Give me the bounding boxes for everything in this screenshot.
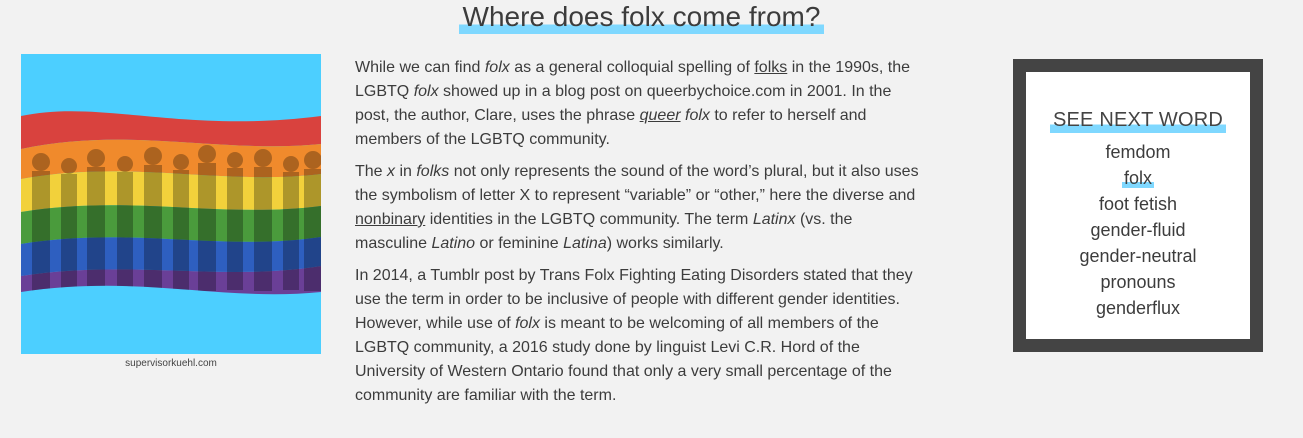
queer-link[interactable]: queer [640, 107, 681, 124]
folks-link[interactable]: folks [754, 59, 787, 76]
next-word-item[interactable]: genderflux [1026, 295, 1250, 321]
rainbow-flag-illustration [21, 111, 321, 295]
section-title: Where does folx come from? [458, 0, 825, 34]
next-word-item[interactable]: pronouns [1026, 269, 1250, 295]
rainbow-flag-image [21, 54, 321, 354]
see-next-word-widget: SEE NEXT WORD femdom folx foot fetish ge… [1013, 59, 1263, 352]
sidebar-title: SEE NEXT WORD [1049, 107, 1227, 133]
nonbinary-link[interactable]: nonbinary [355, 211, 425, 228]
next-word-item-current[interactable]: folx [1026, 165, 1250, 191]
next-word-item[interactable]: femdom [1026, 139, 1250, 165]
next-word-item[interactable]: foot fetish [1026, 191, 1250, 217]
flag-stripe-red [21, 111, 321, 149]
article-body: While we can find folx as a general coll… [355, 56, 925, 416]
image-caption: supervisorkuehl.com [125, 358, 217, 369]
next-word-item[interactable]: gender-fluid [1026, 217, 1250, 243]
title-wrapper: Where does folx come from? [0, 0, 1283, 34]
article-figure: supervisorkuehl.com [21, 54, 321, 369]
article-paragraph-1: While we can find folx as a general coll… [355, 59, 911, 148]
next-word-item[interactable]: gender-neutral [1026, 243, 1250, 269]
see-next-word-panel: SEE NEXT WORD femdom folx foot fetish ge… [1026, 72, 1250, 339]
next-word-list: femdom folx foot fetish gender-fluid gen… [1026, 139, 1250, 321]
article-paragraph-2: The x in folks not only represents the s… [355, 163, 919, 252]
article-paragraph-3: In 2014, a Tumblr post by Trans Folx Fig… [355, 267, 913, 404]
